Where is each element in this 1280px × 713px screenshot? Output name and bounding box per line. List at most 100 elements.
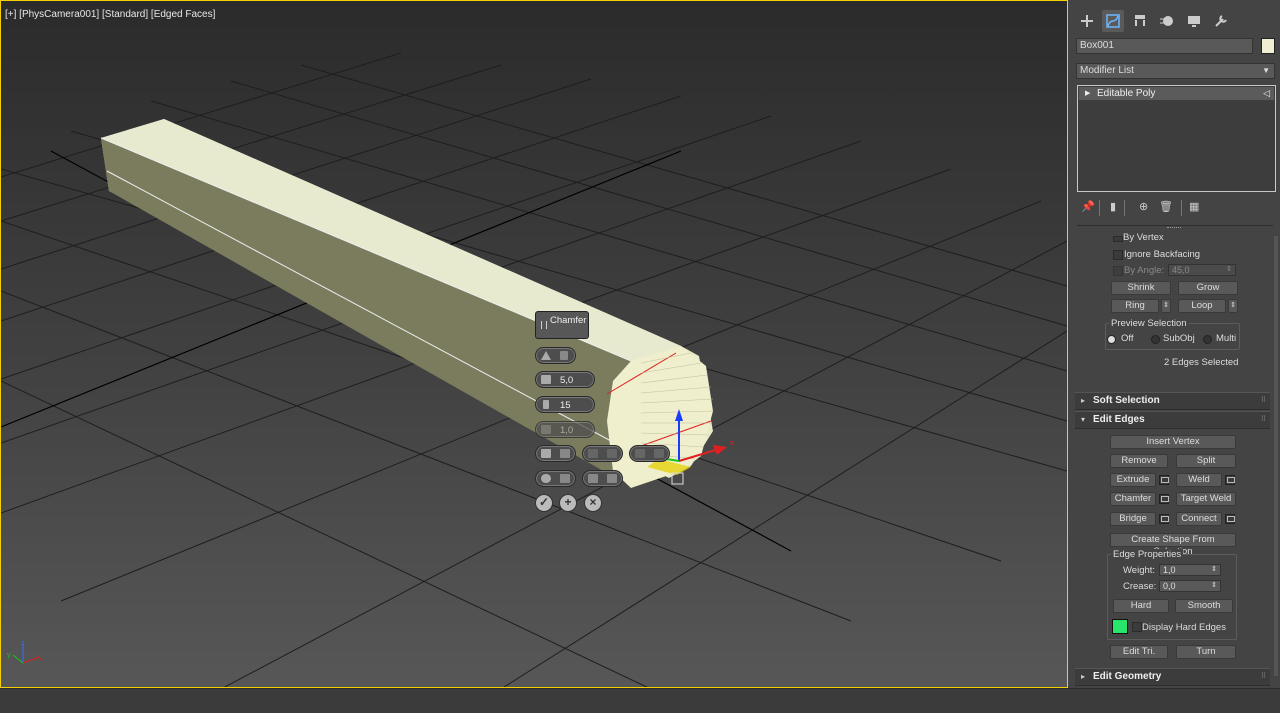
chamfer-smooth-toggle[interactable] xyxy=(629,445,670,462)
preview-multi-radio[interactable] xyxy=(1203,335,1212,344)
expand-arrow-icon[interactable]: ▶ xyxy=(1085,87,1090,100)
expand-arrow-icon: ▸ xyxy=(1081,396,1086,405)
create-icon xyxy=(1081,15,1093,27)
chamfer-open-toggle[interactable] xyxy=(582,445,623,462)
smooth-icon xyxy=(635,449,645,458)
view-axis-tripod: z x y xyxy=(7,640,43,664)
chamfer-button[interactable]: Chamfer xyxy=(1110,492,1156,506)
hard-edge-color-swatch[interactable] xyxy=(1112,619,1128,634)
bridge-settings-button[interactable] xyxy=(1159,514,1169,524)
crease-spinner[interactable]: 0,0 ⇕ xyxy=(1159,580,1221,592)
chamfer-amount-field[interactable]: 5,0 xyxy=(535,371,595,388)
configure-modifier-sets-icon[interactable]: ▦ xyxy=(1189,200,1199,216)
ignore-backfacing-checkbox[interactable] xyxy=(1113,250,1123,260)
split-button[interactable]: Split xyxy=(1176,454,1236,468)
brush-icon xyxy=(560,474,570,483)
ring-spinner[interactable]: ⇕ xyxy=(1161,299,1171,313)
preview-subobj-radio[interactable] xyxy=(1151,335,1160,344)
display-hard-edges-checkbox[interactable] xyxy=(1132,622,1142,632)
bulb-icon[interactable]: ◁ xyxy=(1263,87,1270,100)
crease-label: Crease: xyxy=(1123,581,1157,592)
collapse-arrow-icon: ▾ xyxy=(1081,415,1086,424)
modifier-stack[interactable]: ▶ Editable Poly ◁ xyxy=(1077,85,1276,192)
chamfer-extra-toggle[interactable] xyxy=(582,470,623,487)
by-angle-value: 45,0 xyxy=(1172,265,1190,275)
by-angle-checkbox[interactable] xyxy=(1113,266,1123,276)
grow-button[interactable]: Grow xyxy=(1178,281,1238,295)
create-shape-button[interactable]: Create Shape From Selection xyxy=(1110,533,1236,557)
bridge-button[interactable]: Bridge xyxy=(1110,512,1156,526)
drag-handle-icon[interactable] xyxy=(541,321,547,329)
soft-selection-rollout[interactable]: ▸ Soft Selection ⠿ xyxy=(1075,392,1270,410)
edit-geometry-rollout[interactable]: ▸ Edit Geometry ⠿ xyxy=(1075,668,1270,686)
insert-vertex-button[interactable]: Insert Vertex xyxy=(1110,435,1236,449)
weight-spinner[interactable]: 1,0 ⇕ xyxy=(1159,564,1221,576)
panel-scrollbar[interactable] xyxy=(1274,236,1278,676)
chamfer-end-bias-toggle[interactable] xyxy=(535,445,576,462)
modifier-list-dropdown[interactable]: Modifier List ▼ xyxy=(1076,63,1275,79)
chamfer-segments-field[interactable]: 15 xyxy=(535,396,595,413)
edit-edges-rollout[interactable]: ▾ Edit Edges ⠿ xyxy=(1075,411,1270,429)
ring-button[interactable]: Ring xyxy=(1111,299,1159,313)
stack-item-label: Editable Poly xyxy=(1097,88,1156,99)
edit-tri-button[interactable]: Edit Tri. xyxy=(1110,645,1168,659)
rollout-grip-icon: ⠿ xyxy=(1260,416,1266,423)
ok-button[interactable]: ✓ xyxy=(535,494,553,512)
threshold-icon xyxy=(654,449,664,458)
chamfer-mitering-toggle[interactable] xyxy=(535,470,576,487)
stack-item-editable-poly[interactable]: ▶ Editable Poly ◁ xyxy=(1079,87,1274,100)
edit-edges-title: Edit Edges xyxy=(1093,414,1145,425)
tab-display[interactable] xyxy=(1183,10,1205,32)
extrude-settings-button[interactable] xyxy=(1159,475,1169,485)
closed-icon xyxy=(607,449,617,458)
turn-button[interactable]: Turn xyxy=(1176,645,1236,659)
apply-continue-button[interactable]: + xyxy=(559,494,577,512)
grid-icon xyxy=(541,449,551,458)
arrow-icon xyxy=(607,474,617,483)
preview-off-radio[interactable] xyxy=(1107,335,1116,344)
chamfer-settings-button[interactable] xyxy=(1159,494,1169,504)
by-vertex-checkbox[interactable] xyxy=(1113,236,1123,242)
extrude-button[interactable]: Extrude xyxy=(1110,473,1156,487)
perspective-viewport[interactable]: x z x y [+] [PhysCamera001] [Standard] [… xyxy=(0,0,1068,688)
svg-text:x: x xyxy=(730,440,734,447)
tab-utilities[interactable] xyxy=(1210,10,1232,32)
by-angle-spinner[interactable]: 45,0 ⇕ xyxy=(1168,264,1236,276)
tab-hierarchy[interactable] xyxy=(1129,10,1151,32)
rollout-grip-icon: ⠿ xyxy=(1260,673,1266,680)
object-color-swatch[interactable] xyxy=(1261,38,1275,54)
cancel-button[interactable]: × xyxy=(584,494,602,512)
object-name-input[interactable]: Box001 xyxy=(1076,38,1253,54)
cube-icon xyxy=(588,474,598,483)
chamfer-caddy-title[interactable]: Chamfer xyxy=(535,311,589,339)
loop-spinner[interactable]: ⇕ xyxy=(1228,299,1238,313)
remove-modifier-icon[interactable]: 🗑 xyxy=(1159,200,1173,216)
weld-settings-button[interactable] xyxy=(1225,475,1235,485)
make-unique-icon[interactable]: ⊕ xyxy=(1139,200,1148,216)
show-end-result-icon[interactable]: ▮ xyxy=(1110,200,1116,216)
pin-stack-icon[interactable]: 📌 xyxy=(1081,200,1095,216)
tab-create[interactable] xyxy=(1076,10,1098,32)
resize-grip[interactable] xyxy=(1167,227,1181,232)
chamfer-tension-field[interactable]: 1,0 xyxy=(535,421,595,438)
connect-settings-button[interactable] xyxy=(1225,514,1235,524)
preview-subobj-label: SubObj xyxy=(1163,333,1195,344)
shrink-button[interactable]: Shrink xyxy=(1111,281,1171,295)
viewport-scene: x z x y xyxy=(1,52,1067,687)
loop-button[interactable]: Loop xyxy=(1178,299,1226,313)
rollout-grip-icon: ⠿ xyxy=(1260,397,1266,404)
spinner-arrows-icon: ⇕ xyxy=(1211,566,1217,573)
remove-button[interactable]: Remove xyxy=(1110,454,1168,468)
connect-button[interactable]: Connect xyxy=(1176,512,1222,526)
chamfer-type-dropdown[interactable] xyxy=(535,347,576,364)
smooth-button[interactable]: Smooth xyxy=(1175,599,1233,613)
tab-modify[interactable] xyxy=(1102,10,1124,32)
chamfer-tension-value: 1,0 xyxy=(560,425,574,436)
hierarchy-icon xyxy=(1135,15,1145,26)
hard-button[interactable]: Hard xyxy=(1113,599,1169,613)
target-weld-button[interactable]: Target Weld xyxy=(1176,492,1236,506)
viewport-label[interactable]: [+] [PhysCamera001] [Standard] [Edged Fa… xyxy=(5,9,215,20)
tab-motion[interactable] xyxy=(1156,10,1178,32)
fill-icon xyxy=(560,449,570,458)
weld-button[interactable]: Weld xyxy=(1176,473,1222,487)
